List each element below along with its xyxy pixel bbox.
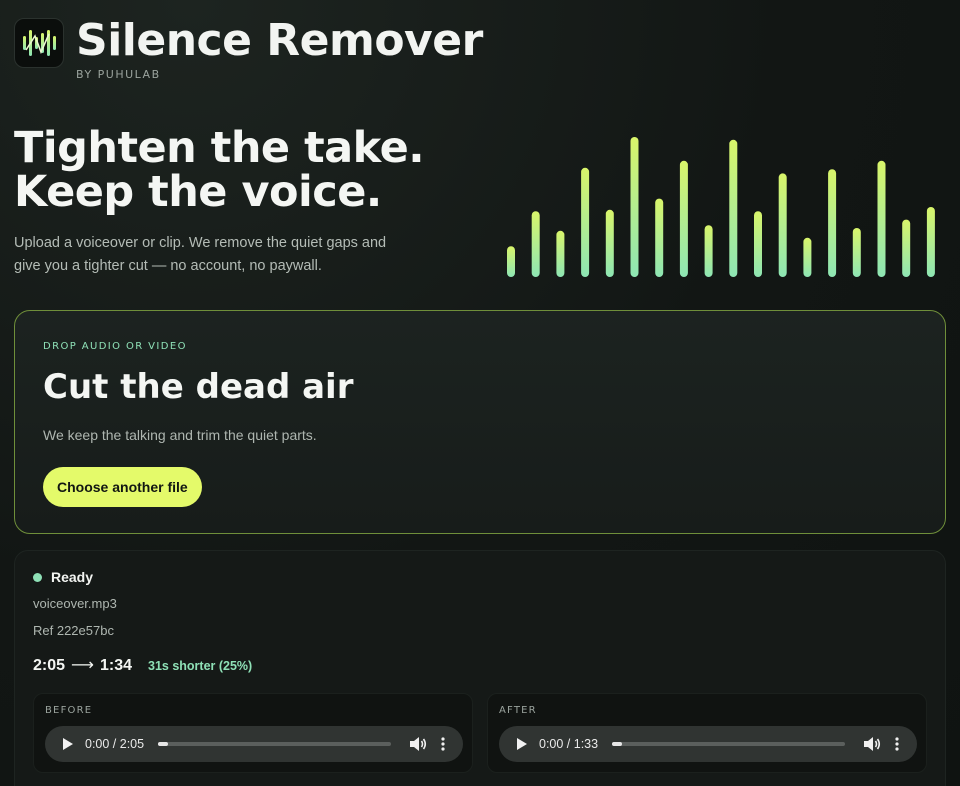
waveform-bar <box>778 173 787 277</box>
hero-waveform <box>507 137 935 277</box>
app-title: Silence Remover <box>76 15 483 66</box>
file-name: voiceover.mp3 <box>33 596 117 611</box>
waveform-bar <box>531 211 540 277</box>
waveform-bar <box>729 139 738 277</box>
waveform-bar <box>679 160 688 277</box>
after-audio-player: 0:00 / 1:33 <box>499 726 917 762</box>
after-time: 0:00 / 1:33 <box>539 737 599 751</box>
hero-title-line-1: Tighten the take. <box>14 123 425 173</box>
status-dot-icon <box>33 572 42 582</box>
waveform-bar <box>852 228 861 277</box>
before-time: 0:00 / 2:05 <box>85 737 145 751</box>
drop-zone[interactable]: DROP AUDIO OR VIDEO Cut the dead air We … <box>14 310 946 534</box>
drop-description: We keep the talking and trim the quiet p… <box>43 427 317 443</box>
arrow-right-icon: ⟶ <box>71 655 94 674</box>
play-icon[interactable] <box>63 738 73 750</box>
waveform-logo-icon <box>14 18 64 68</box>
reference-id: Ref 222e57bc <box>33 623 114 638</box>
brand: Silence Remover BY PUHULAB <box>76 15 483 82</box>
after-seek-progress <box>612 742 623 746</box>
hero-description: Upload a voiceover or clip. We remove th… <box>14 235 387 274</box>
waveform-bar <box>902 219 911 277</box>
waveform-bar <box>605 209 614 277</box>
more-options-icon[interactable] <box>441 737 445 751</box>
result-card: Ready voiceover.mp3 Ref 222e57bc 2:05 ⟶ … <box>14 550 946 786</box>
status-row: Ready <box>33 569 93 585</box>
waveform-bar <box>754 211 762 277</box>
after-label: AFTER <box>499 705 537 716</box>
waveform-bar <box>828 169 837 277</box>
waveform-bar <box>556 230 565 277</box>
waveform-bar <box>877 160 886 277</box>
app-byline: BY PUHULAB <box>76 68 161 81</box>
waveform-bar <box>507 246 515 277</box>
volume-icon[interactable] <box>863 736 881 752</box>
before-seek-progress <box>158 742 169 746</box>
after-seek-bar[interactable] <box>612 742 845 746</box>
more-options-icon[interactable] <box>895 737 899 751</box>
duration-summary: 2:05 ⟶ 1:34 31s shorter (25%) <box>33 655 252 675</box>
before-audio-player: 0:00 / 2:05 <box>45 726 463 762</box>
hero-title-line-2: Keep the voice. <box>14 167 382 217</box>
app-header: Silence Remover BY PUHULAB <box>14 18 483 81</box>
waveform-bar <box>803 237 812 277</box>
waveform-bar <box>655 198 664 277</box>
drop-title: Cut the dead air <box>43 367 354 407</box>
before-player-panel: BEFORE 0:00 / 2:05 <box>33 693 473 773</box>
waveform-bar <box>926 207 935 277</box>
before-label: BEFORE <box>45 705 93 716</box>
before-seek-bar[interactable] <box>158 742 391 746</box>
volume-icon[interactable] <box>409 736 427 752</box>
waveform-bar <box>704 225 713 277</box>
drop-kicker: DROP AUDIO OR VIDEO <box>43 341 187 352</box>
choose-file-button[interactable]: Choose another file <box>43 467 202 507</box>
waveform-bar <box>630 137 639 277</box>
original-duration: 2:05 <box>33 657 66 674</box>
play-icon[interactable] <box>517 738 527 750</box>
after-player-panel: AFTER 0:00 / 1:33 <box>487 693 927 773</box>
waveform-bar <box>581 167 590 277</box>
hero-title: Tighten the take. Keep the voice. <box>14 123 425 217</box>
status-label: Ready <box>51 569 94 585</box>
time-saved: 31s shorter (25%) <box>148 659 253 673</box>
new-duration: 1:34 <box>99 657 132 674</box>
